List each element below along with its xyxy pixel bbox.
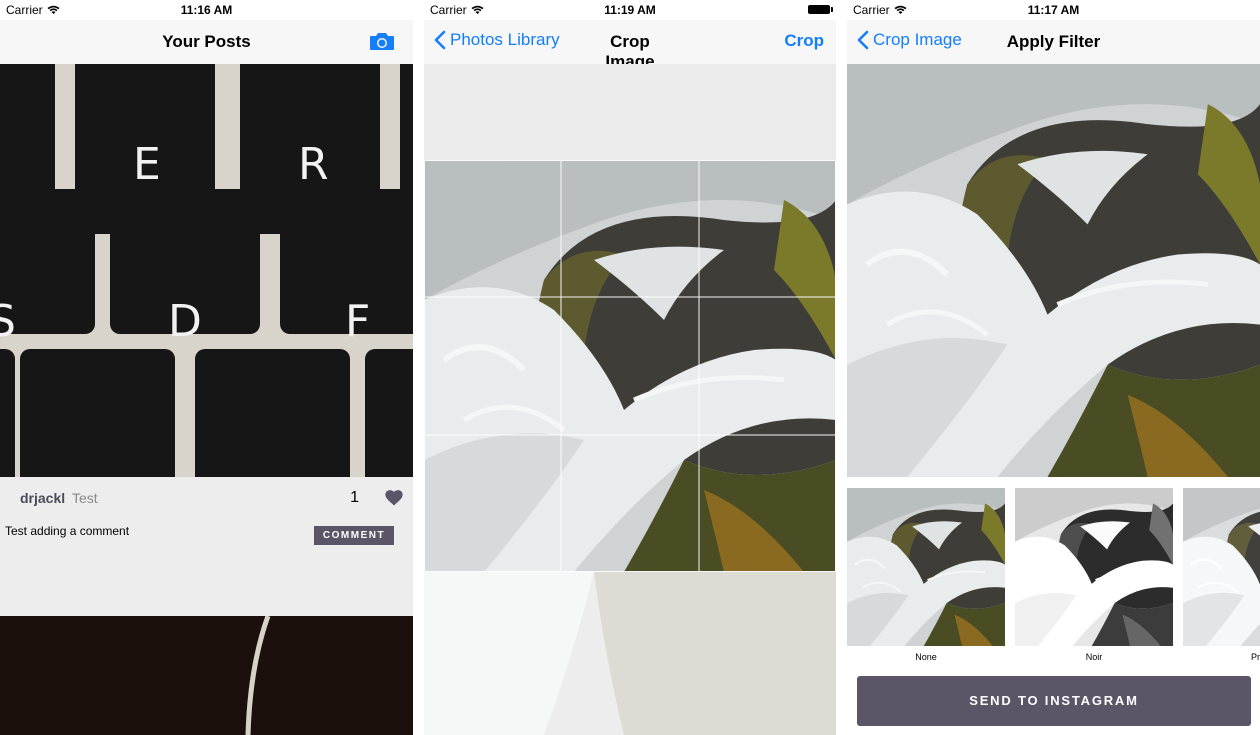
post-meta: drjackl Test 1 Test adding a comment COM… bbox=[0, 477, 413, 616]
status-bar: Carrier 11:16 AM bbox=[0, 0, 413, 20]
filter-thumbnail bbox=[1015, 488, 1173, 646]
key-label-r: R bbox=[298, 139, 329, 190]
status-time: 11:16 AM bbox=[180, 3, 233, 17]
key-label-f: F bbox=[345, 296, 370, 347]
status-time: 11:19 AM bbox=[604, 3, 656, 17]
filter-strip[interactable]: None Noir Pr bbox=[847, 488, 1260, 668]
filter-option-noir[interactable]: Noir bbox=[1015, 488, 1173, 662]
screen-your-posts: Carrier 11:16 AM Your Posts E R S D F dr… bbox=[0, 0, 413, 735]
like-count: 1 bbox=[350, 489, 359, 506]
filtered-image-preview bbox=[847, 64, 1260, 477]
screen-crop-image: Carrier 11:19 AM Photos Library Crop Ima… bbox=[424, 0, 836, 735]
filter-option-none[interactable]: None bbox=[847, 488, 1005, 662]
post-caption: Test bbox=[72, 490, 98, 506]
page-title: Apply Filter bbox=[1006, 32, 1101, 51]
comment-input[interactable]: Test adding a comment bbox=[5, 524, 129, 538]
filter-thumbnail bbox=[1183, 488, 1260, 646]
comment-button[interactable]: COMMENT bbox=[314, 526, 394, 545]
filter-option-partial[interactable]: Pr bbox=[1183, 488, 1260, 662]
crop-frame[interactable] bbox=[424, 160, 836, 572]
crop-overflow-image bbox=[424, 572, 836, 735]
filter-label: Pr bbox=[1251, 652, 1260, 662]
back-button-label: Photos Library bbox=[450, 30, 560, 49]
filter-thumbnail bbox=[847, 488, 1005, 646]
nav-bar: Crop Image Apply Filter bbox=[847, 20, 1260, 64]
post-username[interactable]: drjackl bbox=[20, 490, 65, 506]
battery-icon bbox=[808, 5, 833, 14]
heart-icon[interactable] bbox=[385, 489, 403, 507]
key-label-s: S bbox=[0, 296, 16, 347]
next-post-image[interactable] bbox=[0, 615, 413, 735]
key-label-d: D bbox=[168, 296, 202, 347]
camera-icon[interactable] bbox=[369, 31, 395, 51]
crop-button[interactable]: Crop bbox=[784, 31, 824, 51]
nav-bar: Photos Library Crop Image Crop bbox=[424, 20, 836, 71]
key-label-e: E bbox=[133, 139, 161, 190]
back-button[interactable]: Photos Library bbox=[434, 30, 560, 50]
send-to-instagram-button[interactable]: SEND TO INSTAGRAM bbox=[857, 676, 1251, 726]
status-bar: Carrier 11:17 AM bbox=[847, 0, 1260, 20]
chevron-left-icon bbox=[434, 30, 446, 50]
status-bar: Carrier 11:19 AM bbox=[424, 0, 836, 20]
nav-bar: Your Posts bbox=[0, 20, 413, 64]
post-image[interactable]: E R S D F X C bbox=[0, 34, 413, 525]
filter-label: Noir bbox=[1085, 652, 1103, 662]
screen-apply-filter: Carrier 11:17 AM Crop Image Apply Filter… bbox=[847, 0, 1260, 735]
status-time: 11:17 AM bbox=[1027, 3, 1080, 17]
filter-label: None bbox=[915, 652, 937, 662]
page-title: Your Posts bbox=[162, 32, 251, 51]
